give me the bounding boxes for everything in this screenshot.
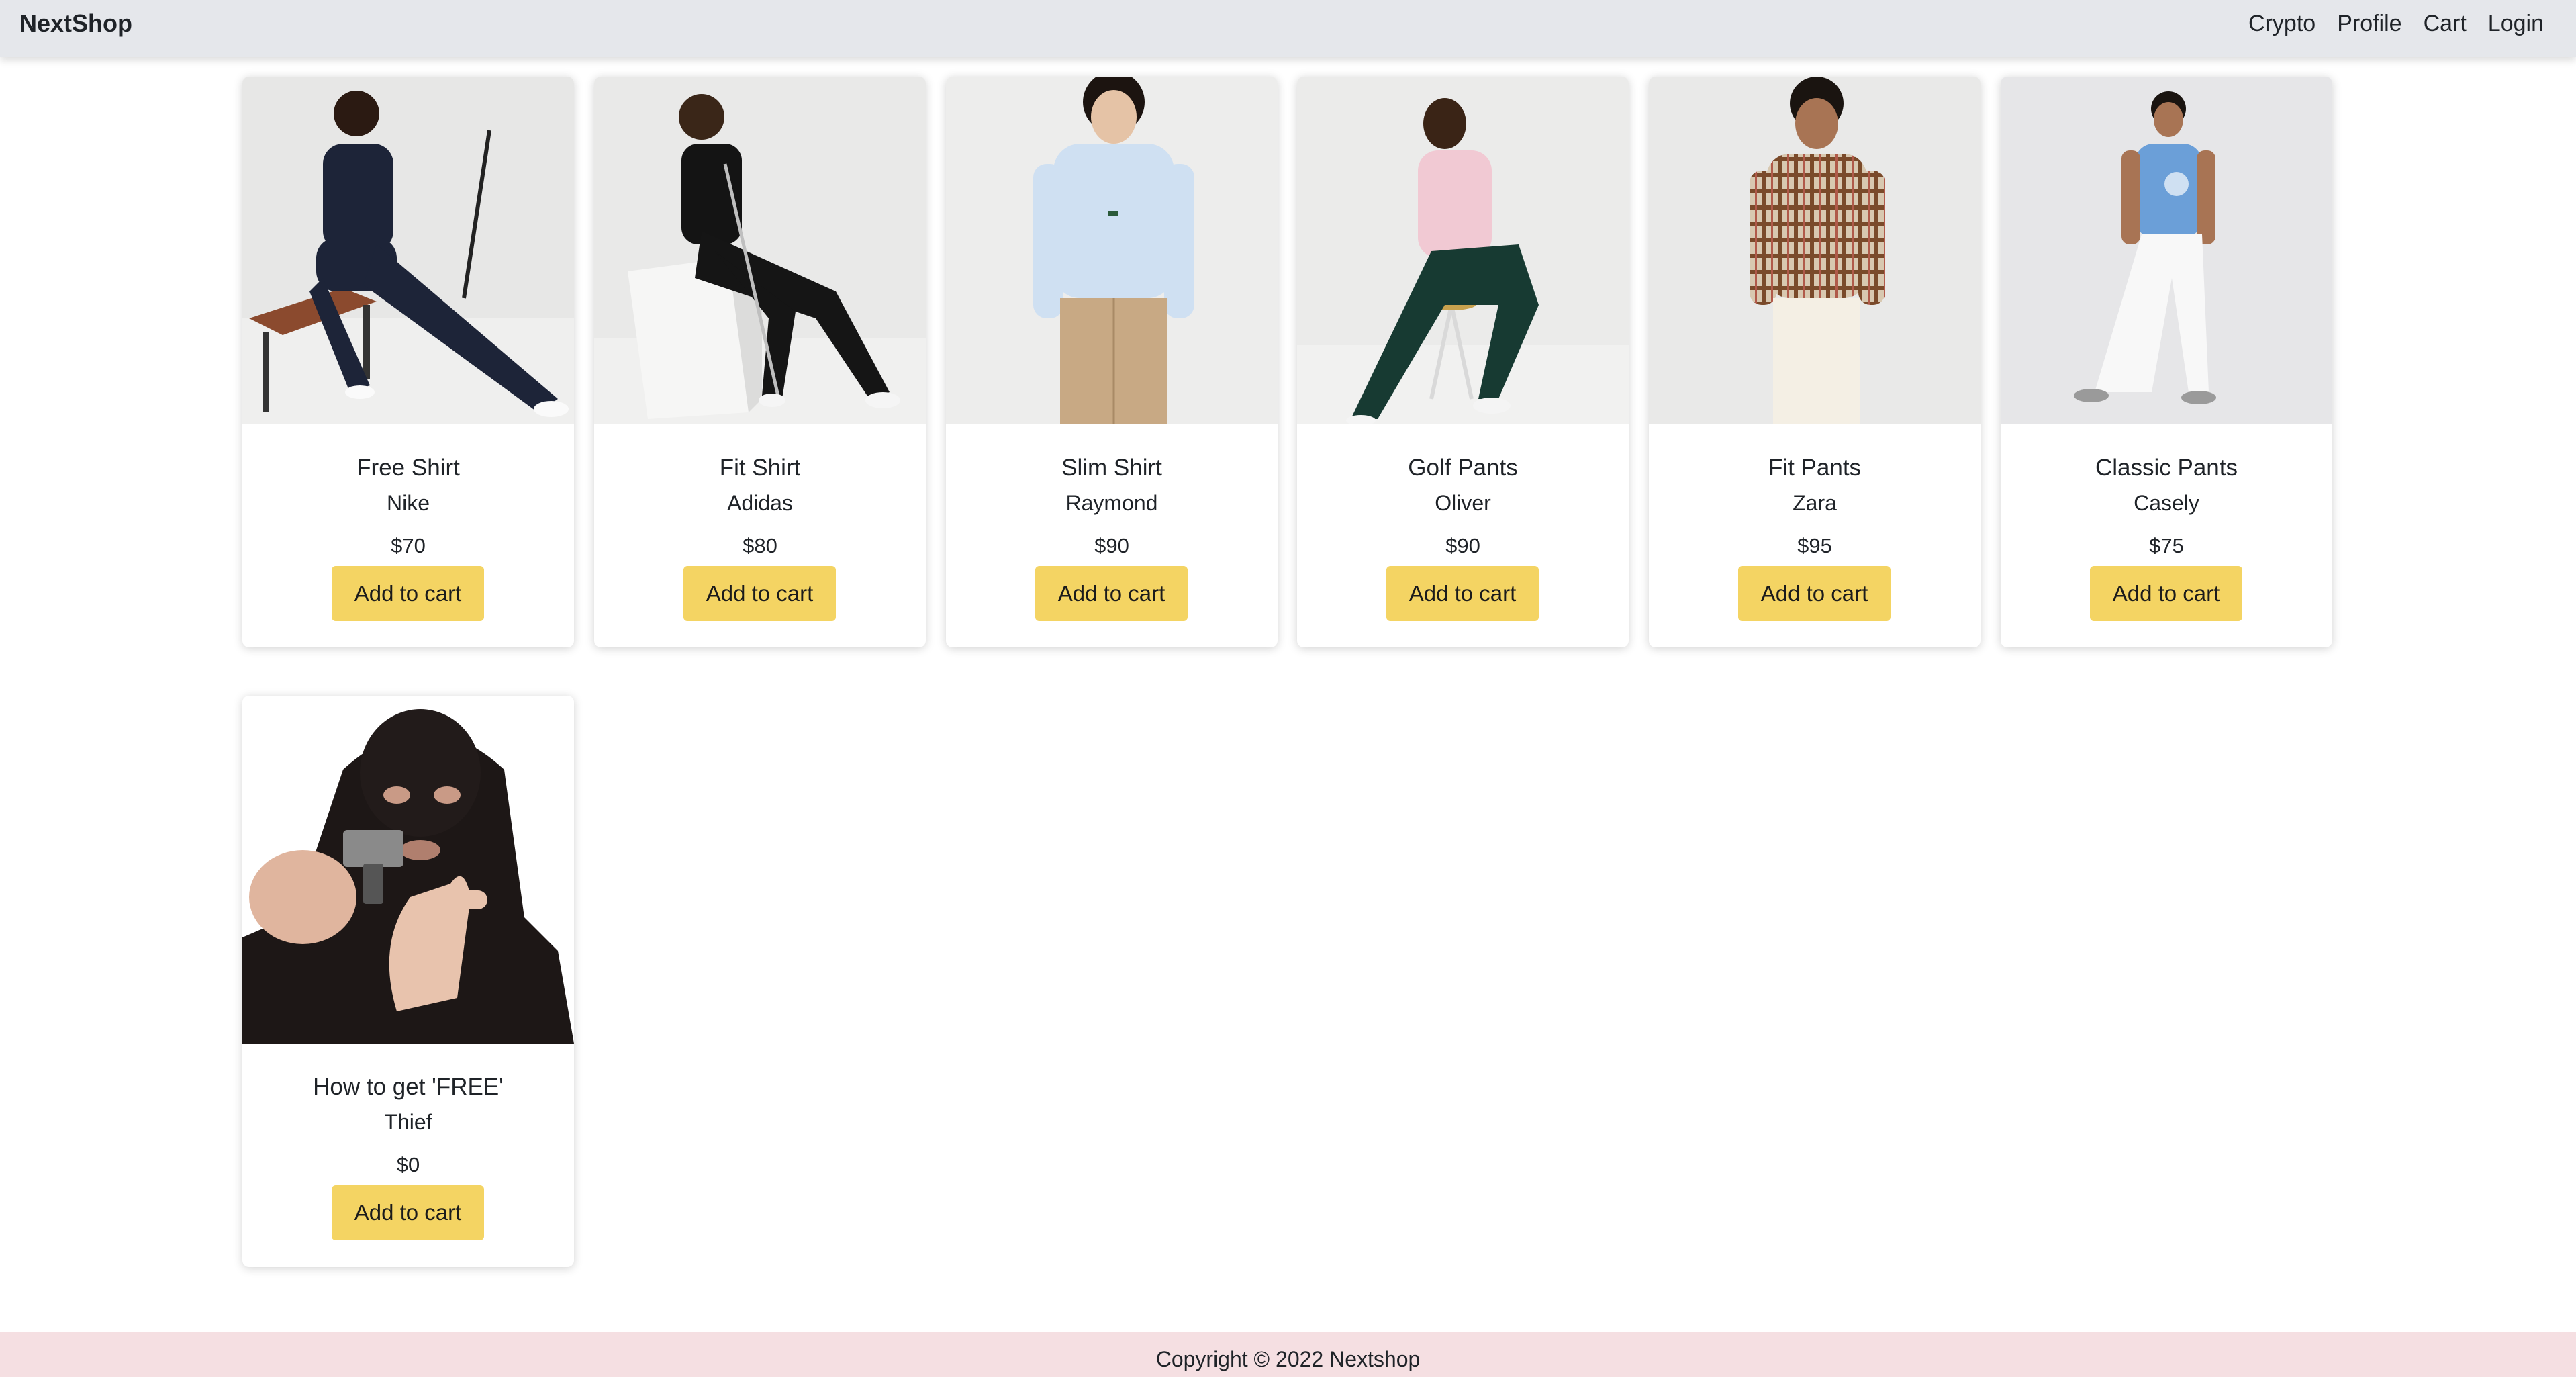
product-name[interactable]: How to get 'FREE' <box>242 1074 574 1101</box>
product-image[interactable] <box>1649 77 1981 424</box>
nav-link-crypto[interactable]: Crypto <box>2248 11 2316 37</box>
footer: Copyright © 2022 Nextshop <box>0 1332 2576 1377</box>
add-to-cart-button[interactable]: Add to cart <box>1035 566 1188 621</box>
add-to-cart-button[interactable]: Add to cart <box>683 566 836 621</box>
nav-links: Crypto Profile Cart Login <box>2248 0 2544 47</box>
product-card: How to get 'FREE' Thief $0 Add to cart <box>242 696 574 1267</box>
product-image[interactable] <box>242 696 574 1044</box>
nav-link-profile[interactable]: Profile <box>2337 11 2401 37</box>
product-price: $0 <box>396 1153 420 1176</box>
add-to-cart-button[interactable]: Add to cart <box>332 566 484 621</box>
product-price: $90 <box>1094 534 1129 557</box>
product-brand: Casely <box>2134 491 2199 515</box>
product-name[interactable]: Fit Shirt <box>594 455 926 481</box>
product-brand: Thief <box>384 1110 432 1134</box>
product-price: $90 <box>1445 534 1480 557</box>
add-to-cart-button[interactable]: Add to cart <box>2090 566 2242 621</box>
product-image[interactable] <box>946 77 1278 424</box>
product-brand: Raymond <box>1065 491 1158 515</box>
add-to-cart-button[interactable]: Add to cart <box>332 1185 484 1240</box>
product-name[interactable]: Slim Shirt <box>946 455 1278 481</box>
product-card: Golf Pants Oliver $90 Add to cart <box>1297 77 1629 647</box>
navbar: NextShop Crypto Profile Cart Login <box>0 0 2576 57</box>
nav-link-login[interactable]: Login <box>2488 11 2544 37</box>
product-brand: Nike <box>386 491 430 515</box>
copyright-text: Copyright © 2022 Nextshop <box>1155 1347 1421 1371</box>
product-image[interactable] <box>1297 77 1629 424</box>
product-price: $95 <box>1797 534 1832 557</box>
nav-link-cart[interactable]: Cart <box>2424 11 2467 37</box>
product-brand: Zara <box>1793 491 1837 515</box>
product-card: Slim Shirt Raymond $90 Add to cart <box>946 77 1278 647</box>
product-price: $80 <box>743 534 777 557</box>
product-card: Classic Pants Casely $75 Add to cart <box>2001 77 2332 647</box>
product-image[interactable] <box>242 77 574 424</box>
product-price: $75 <box>2149 534 2184 557</box>
product-card: Fit Pants Zara $95 Add to cart <box>1649 77 1981 647</box>
brand-logo[interactable]: NextShop <box>19 0 132 47</box>
product-image[interactable] <box>2001 77 2332 424</box>
product-card: Free Shirt Nike $70 Add to cart <box>242 77 574 647</box>
product-card: Fit Shirt Adidas $80 Add to cart <box>594 77 926 647</box>
product-name[interactable]: Free Shirt <box>242 455 574 481</box>
product-image[interactable] <box>594 77 926 424</box>
product-name[interactable]: Classic Pants <box>2001 455 2332 481</box>
product-brand: Oliver <box>1435 491 1491 515</box>
add-to-cart-button[interactable]: Add to cart <box>1386 566 1539 621</box>
product-name[interactable]: Golf Pants <box>1297 455 1629 481</box>
product-price: $70 <box>391 534 426 557</box>
add-to-cart-button[interactable]: Add to cart <box>1738 566 1891 621</box>
product-name[interactable]: Fit Pants <box>1649 455 1981 481</box>
product-brand: Adidas <box>727 491 793 515</box>
